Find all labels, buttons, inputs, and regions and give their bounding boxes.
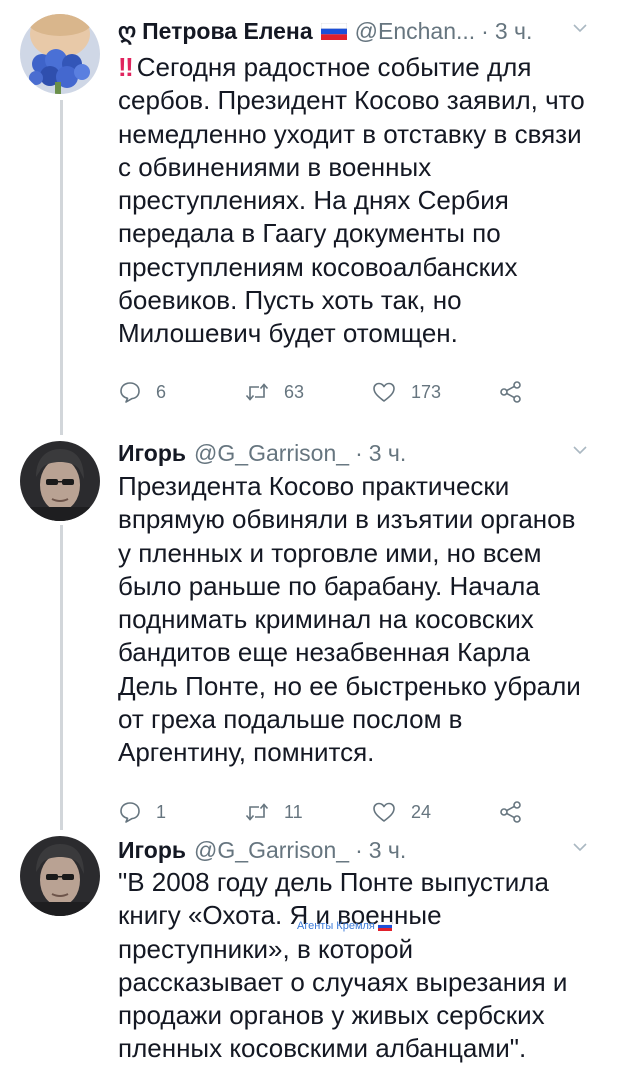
share-button[interactable]: [498, 797, 538, 827]
timestamp[interactable]: 3 ч.: [369, 837, 407, 864]
russia-flag-icon: [320, 22, 347, 40]
tweet-line: передала в Гаагу документы по: [118, 218, 501, 249]
separator-dot: ·: [481, 17, 489, 44]
like-count: 24: [411, 801, 432, 822]
heart-icon: [373, 802, 395, 822]
tweet-line: бандитов еще незабвенная Карла: [118, 637, 530, 668]
reply-button[interactable]: 1: [118, 797, 166, 827]
tweet-line: у пленных и торговле ими, но всем: [118, 537, 542, 568]
reply-count: 6: [156, 381, 167, 402]
retweet-count: 63: [284, 381, 305, 402]
tweet-line: "В 2008 году дель Понте выпустила: [118, 867, 549, 897]
share-button[interactable]: [498, 377, 538, 407]
tweet-line: Президента Косово практически: [118, 471, 510, 501]
author-handle[interactable]: @G_Garrison_: [194, 440, 349, 467]
share-icon: [500, 381, 521, 403]
tweet-line: от греха подальше послом в: [118, 704, 463, 735]
share-icon: [500, 801, 521, 823]
retweet-button[interactable]: 11: [244, 797, 303, 827]
chevron-down-icon[interactable]: [570, 440, 590, 460]
retweet-button[interactable]: 63: [244, 377, 304, 407]
tweet-actions: 1 11 24: [118, 797, 538, 827]
double-exclamation-icon: ‼: [118, 52, 134, 82]
tweet-actions: 6 63 173: [118, 377, 538, 407]
avatar[interactable]: [20, 441, 100, 521]
tweet-line: преступлениям косовоалбанских: [118, 251, 518, 282]
russia-flag-icon: [377, 921, 392, 931]
watermark: Агенты Кремля: [297, 920, 392, 932]
tweet-text: Президента Косово практически впрямую об…: [118, 470, 613, 770]
chevron-down-icon[interactable]: [570, 837, 590, 857]
tweet-header: Игорь @G_Garrison_ · 3 ч.: [118, 436, 610, 470]
tweet[interactable]: Игорь @G_Garrison_ · 3 ч. "В 2008 году д…: [0, 830, 630, 1080]
like-button[interactable]: 24: [371, 797, 431, 827]
tweet-line: Дель Понте, но ее быстренько убрали: [118, 670, 581, 701]
tweet-text: "В 2008 году дель Понте выпустила книгу …: [118, 866, 613, 1066]
timestamp[interactable]: 3 ч.: [495, 18, 533, 45]
author-handle[interactable]: @Enchan...: [355, 18, 476, 45]
retweet-count: 11: [284, 801, 303, 822]
tweet-line: преступники», в которой: [118, 933, 414, 964]
heart-icon: [373, 382, 395, 402]
tweet-line: Милошевич будет отомщен.: [118, 318, 458, 349]
tweet-line: ‼ Сегодня радостное событие для: [118, 51, 613, 84]
avatar-image: [20, 836, 100, 916]
reply-count: 1: [156, 801, 167, 822]
tweet-line: поднимать криминал на косовских: [118, 604, 534, 635]
tweet-text: ‼ Сегодня радостное событие для сербов. П…: [118, 51, 613, 351]
like-count: 173: [411, 381, 442, 402]
like-button[interactable]: 173: [371, 377, 441, 407]
avatar-image: [20, 441, 100, 521]
watermark-text: Агенты Кремля: [297, 920, 375, 932]
tweet-line: с обвинениями в военных: [118, 151, 432, 182]
tweet-line: Аргентину, помнится.: [118, 737, 375, 768]
avatar-image: [20, 14, 100, 94]
reply-button[interactable]: 6: [118, 377, 166, 407]
retweet-icon: [245, 383, 269, 401]
chevron-down-icon[interactable]: [570, 18, 590, 38]
tweet-line: немедленно уходит в отставку в связи: [118, 118, 582, 149]
separator-dot: ·: [355, 439, 363, 466]
omega-icon: ღ: [118, 17, 137, 44]
tweet-line: сербов. Президент Косово заявил, что: [118, 85, 585, 116]
author-name[interactable]: Петрова Елена: [142, 18, 313, 45]
tweet-line: рассказывает о случаях вырезания и: [118, 966, 568, 997]
avatar[interactable]: [20, 836, 100, 916]
author-name[interactable]: Игорь: [118, 837, 186, 864]
reply-icon: [120, 802, 140, 823]
tweet-line: пленных косовскими албанцами".: [118, 1033, 527, 1064]
tweet-header: Игорь @G_Garrison_ · 3 ч.: [118, 833, 610, 867]
tweet-line: впрямую обвиняли в изъятии органов: [118, 504, 576, 535]
tweet[interactable]: ღ Петрова Елена @Enchan... · 3 ч. ‼ Сегод…: [0, 0, 630, 430]
reply-icon: [120, 382, 140, 403]
author-handle[interactable]: @G_Garrison_: [194, 837, 349, 864]
tweet-header: ღ Петрова Елена @Enchan... · 3 ч.: [118, 14, 610, 48]
timestamp[interactable]: 3 ч.: [369, 440, 407, 467]
tweet-line: боевиков. Пусть хоть так, но: [118, 285, 462, 316]
tweet-line: продажи органов у живых сербских: [118, 1000, 545, 1031]
retweet-icon: [245, 803, 269, 821]
tweet[interactable]: Игорь @G_Garrison_ · 3 ч. Президента Кос…: [0, 430, 630, 835]
tweet-line: было раньше по барабану. Начала: [118, 570, 540, 601]
separator-dot: ·: [355, 836, 363, 863]
author-name[interactable]: Игорь: [118, 440, 186, 467]
avatar[interactable]: [20, 14, 100, 94]
tweet-line: преступлениях. На днях Сербия: [118, 185, 509, 216]
